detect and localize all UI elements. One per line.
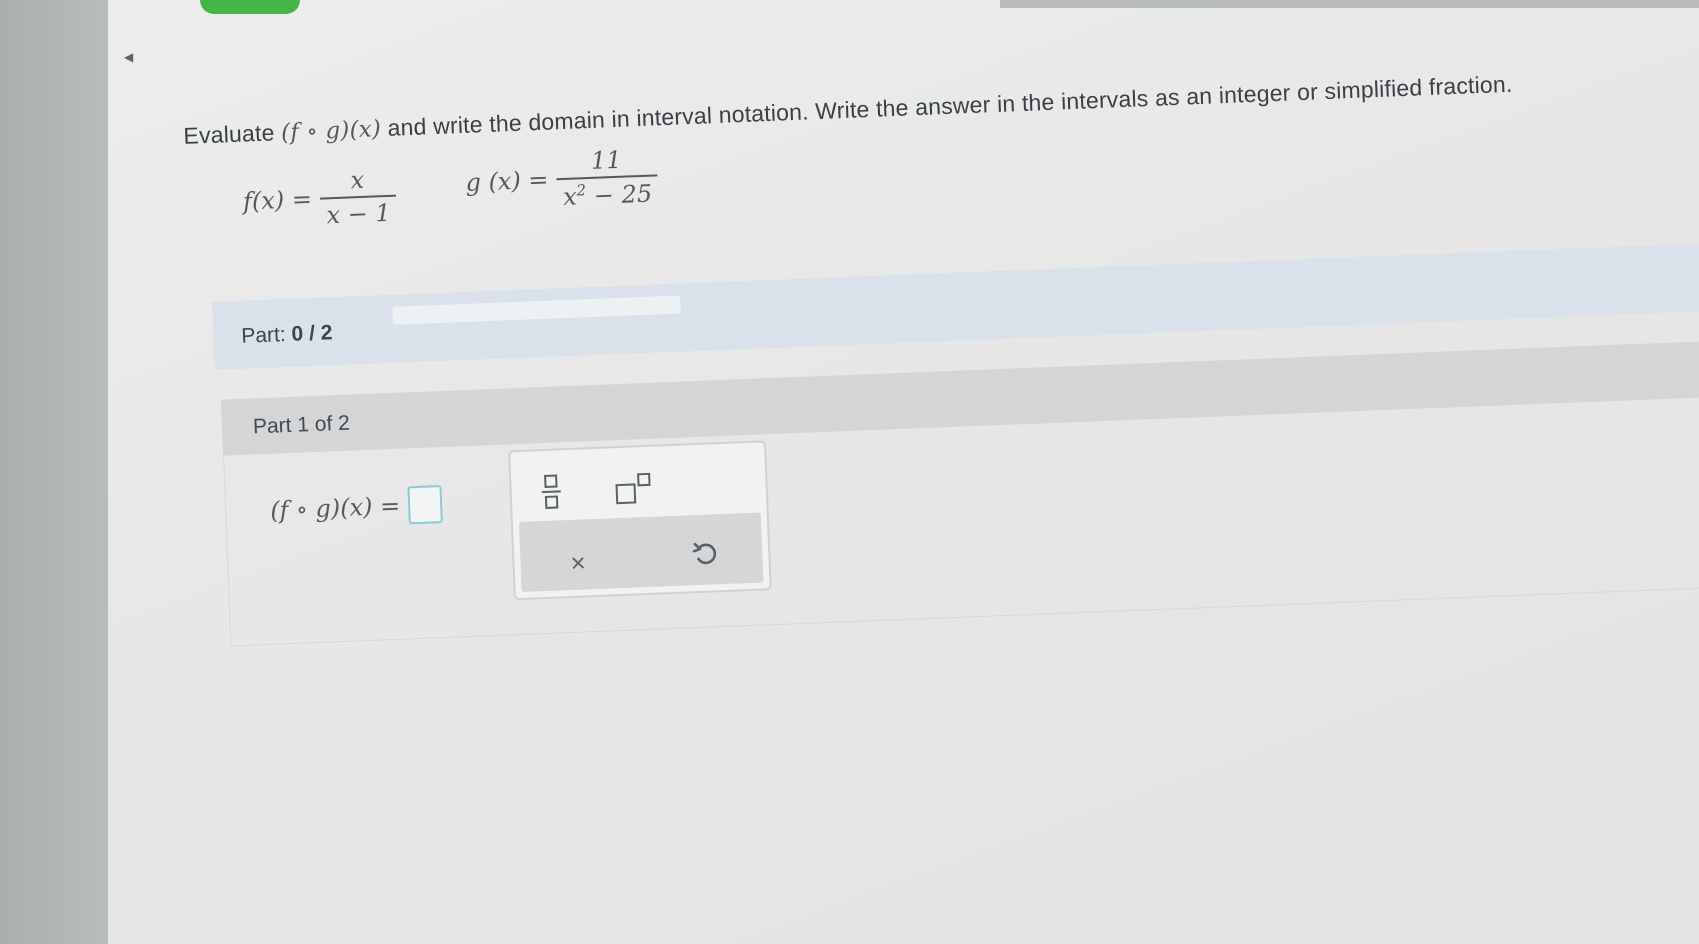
function-f: f(x) = x x − 1: [242, 165, 397, 232]
undo-icon: [692, 542, 717, 565]
content-area: Evaluate (f ∘ g)(x) and write the domain…: [0, 0, 1699, 943]
g-fraction: 11 x2 − 25: [555, 144, 658, 211]
fraction-button[interactable]: [541, 474, 561, 509]
function-g: g (x) = 11 x2 − 25: [464, 144, 658, 214]
g-lhs: g (x) =: [464, 165, 550, 198]
g-denominator-rest: − 25: [585, 179, 653, 210]
g-numerator: 11: [590, 145, 623, 175]
clear-button[interactable]: ×: [570, 547, 586, 579]
instructions-compose-expr: (f ∘ g)(x): [280, 116, 382, 147]
fraction-icon: [541, 474, 561, 509]
g-denominator-base: x: [562, 182, 578, 211]
undo-button[interactable]: [692, 538, 719, 572]
progress-separator: /: [308, 321, 316, 346]
instructions-prefix: Evaluate: [182, 119, 276, 149]
progress-label-text: Part:: [240, 323, 287, 348]
clear-icon: ×: [569, 547, 587, 579]
keypad-actions: [518, 512, 764, 592]
answer-expression: (f ∘ g)(x) =: [270, 485, 443, 530]
answer-input[interactable]: [407, 485, 443, 525]
f-numerator: x: [350, 165, 365, 195]
math-keypad: ×: [508, 440, 772, 601]
superscript-button[interactable]: [615, 472, 652, 506]
answer-lhs: (f ∘ g)(x) =: [269, 491, 401, 525]
superscript-icon: [615, 472, 652, 506]
progress-label: Part: 0 / 2: [241, 321, 333, 349]
part-header-label: Part 1 of 2: [252, 411, 351, 439]
f-fraction: x x − 1: [319, 165, 398, 229]
f-lhs: f(x) =: [242, 184, 313, 216]
problem-instructions: Evaluate (f ∘ g)(x) and write the domain…: [183, 71, 1513, 150]
g-denominator: x2 − 25: [556, 176, 658, 211]
f-denominator: x − 1: [326, 198, 392, 229]
instructions-suffix: and write the domain in interval notatio…: [387, 70, 1513, 141]
progress-total: 2: [320, 321, 333, 345]
progress-current: 0: [291, 322, 304, 346]
